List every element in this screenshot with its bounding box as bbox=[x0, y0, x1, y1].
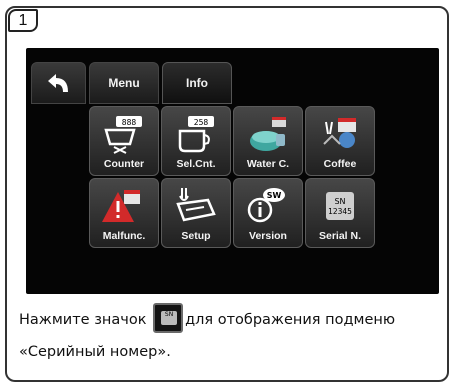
tile-label: Setup bbox=[181, 230, 211, 242]
selection-counter-icon: 258 bbox=[178, 116, 214, 153]
tile-label: Version bbox=[249, 230, 287, 242]
tile-label: Serial N. bbox=[318, 230, 362, 242]
tile-label: Coffee bbox=[323, 158, 357, 170]
svg-text:12345: 12345 bbox=[328, 207, 352, 216]
coffee-icon bbox=[323, 118, 356, 148]
svg-text:SN: SN bbox=[334, 197, 345, 206]
menu-tile-grid: 888 Counter 258 Sel.Cnt. Water C. Coffee… bbox=[89, 106, 379, 248]
svg-text:888: 888 bbox=[122, 118, 137, 127]
serial-number-icon: SN bbox=[153, 303, 184, 333]
inline-sn-text: SN bbox=[161, 311, 178, 325]
device-screen: Menu Info 888 Counter 258 Sel.Cnt. Water… bbox=[26, 48, 439, 294]
tile-coffee[interactable]: Coffee bbox=[305, 106, 375, 176]
serial-number-icon: SN 12345 bbox=[326, 192, 354, 220]
caption-line2: «Серийный номер». bbox=[19, 344, 171, 360]
step-number-badge: 1 bbox=[8, 9, 38, 32]
tile-serial-number[interactable]: SN 12345 Serial N. bbox=[305, 178, 375, 248]
counter-icon: 888 bbox=[104, 116, 142, 154]
back-arrow-icon bbox=[47, 74, 68, 92]
caption-before: Нажмите значок bbox=[19, 312, 152, 328]
tile-version[interactable]: SW Version bbox=[233, 178, 303, 248]
tile-label: Sel.Cnt. bbox=[176, 158, 216, 170]
caption-after: для отображения подменю bbox=[185, 312, 396, 328]
instruction-text: Нажмите значок SN для отображения подменю… bbox=[19, 303, 444, 368]
tile-label: Counter bbox=[103, 158, 145, 170]
tile-selection-counter[interactable]: 258 Sel.Cnt. bbox=[161, 106, 231, 176]
step-frame: 1 Menu Info 888 Counter 258 Sel.Cnt. Wat… bbox=[5, 6, 449, 382]
svg-text:258: 258 bbox=[194, 118, 209, 127]
tile-label: Water C. bbox=[246, 158, 290, 170]
tile-malfunction[interactable]: Malfunc. bbox=[89, 178, 159, 248]
tile-counter[interactable]: 888 Counter bbox=[89, 106, 159, 176]
svg-text:SW: SW bbox=[267, 191, 282, 200]
back-button[interactable] bbox=[31, 62, 86, 104]
water-filter-icon bbox=[250, 117, 286, 151]
tile-water-filter[interactable]: Water C. bbox=[233, 106, 303, 176]
tab-info[interactable]: Info bbox=[162, 62, 232, 104]
setup-machine-icon bbox=[176, 188, 216, 222]
top-tab-bar: Menu Info bbox=[26, 48, 439, 106]
tile-setup[interactable]: Setup bbox=[161, 178, 231, 248]
software-version-icon: SW bbox=[247, 188, 285, 223]
tab-menu[interactable]: Menu bbox=[89, 62, 159, 104]
malfunction-warning-icon bbox=[102, 190, 140, 222]
tile-label: Malfunc. bbox=[102, 230, 146, 242]
